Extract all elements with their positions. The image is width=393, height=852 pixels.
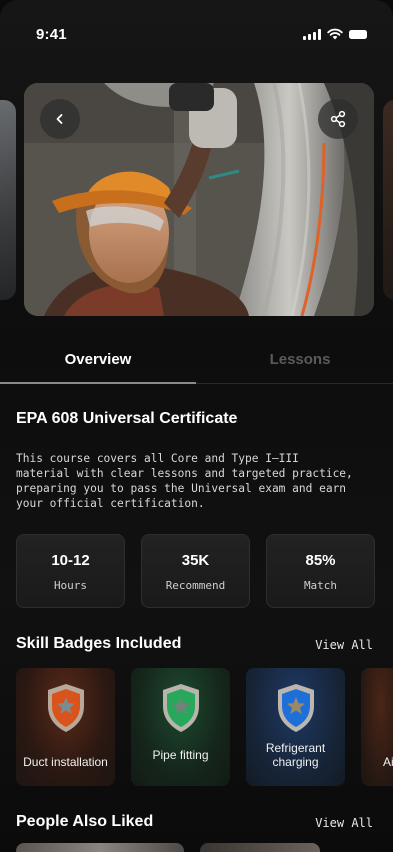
skill-badge-label: Ai [383, 755, 393, 769]
skill-badge-card[interactable]: Pipe fitting [131, 668, 230, 786]
tab-overview[interactable]: Overview [0, 340, 196, 380]
skill-badge-label: Refrigerant charging [265, 741, 326, 769]
skill-badge-card[interactable]: Duct installation [16, 668, 115, 786]
stat-value: 10-12 [51, 552, 90, 569]
carousel-next-slide[interactable] [383, 100, 393, 300]
stat-value: 35K [181, 552, 210, 569]
status-icons [303, 28, 367, 40]
stat-value: 85% [305, 552, 336, 569]
stat-label: Match [303, 579, 338, 592]
shield-star-icon [389, 682, 393, 734]
people-also-liked-view-all-link[interactable]: View All [315, 816, 373, 830]
share-button[interactable] [318, 99, 358, 139]
stat-card-hours: 10-12 Hours [16, 534, 125, 608]
tab-divider [196, 383, 393, 384]
carousel-prev-slide[interactable] [0, 100, 16, 300]
status-time: 9:41 [36, 26, 67, 43]
skill-badge-label: Duct installation [23, 755, 108, 769]
chevron-left-icon [56, 114, 63, 124]
tab-lessons[interactable]: Lessons [202, 340, 393, 380]
status-bar: 9:41 [0, 0, 393, 60]
wifi-icon [327, 28, 343, 40]
liked-course-card[interactable] [200, 843, 320, 852]
stat-label: Hours [53, 579, 88, 592]
skill-badge-card[interactable]: Refrigerant charging [246, 668, 345, 786]
stat-label: Recommend [165, 579, 226, 592]
liked-course-card[interactable] [16, 843, 184, 852]
cellular-signal-icon [303, 28, 321, 40]
stat-card-match: 85% Match [266, 534, 375, 608]
course-description: This course covers all Core and Type I–I… [16, 452, 353, 510]
shield-star-icon [163, 684, 199, 732]
skill-badges-title: Skill Badges Included [16, 635, 182, 652]
tab-active-indicator [0, 382, 196, 384]
stat-card-recommend: 35K Recommend [141, 534, 250, 608]
people-also-liked-title: People Also Liked [16, 813, 154, 830]
shield-star-icon [48, 684, 84, 732]
share-icon [330, 110, 346, 128]
skill-badge-card[interactable]: Ai [361, 668, 393, 786]
course-detail-screen: 9:41 Overview Lessons EPA 608 Universal … [0, 0, 393, 852]
shield-star-icon [278, 684, 314, 732]
battery-icon [349, 29, 367, 39]
skill-badge-label: Pipe fitting [152, 748, 209, 762]
course-title: EPA 608 Universal Certificate [16, 410, 238, 427]
back-button[interactable] [40, 99, 80, 139]
tab-bar: Overview Lessons [0, 340, 393, 384]
skill-badges-view-all-link[interactable]: View All [315, 638, 373, 652]
